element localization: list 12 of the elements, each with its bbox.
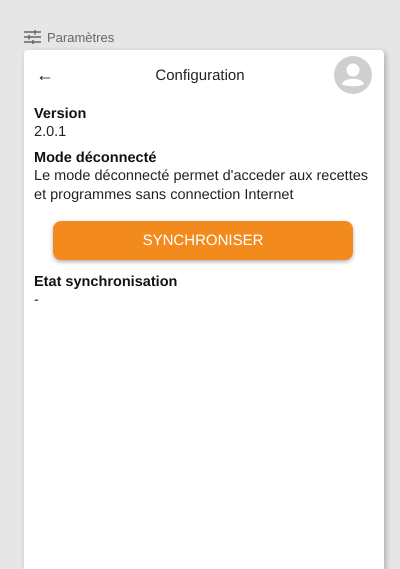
section-text: - [34, 291, 40, 310]
section-text: Le mode déconnecté permet d'acceder aux recettes et programmes sans connection Internet [34, 167, 370, 205]
settings-sliders-icon [24, 30, 41, 44]
user-avatar-icon[interactable] [334, 56, 372, 94]
back-button[interactable]: ← [34, 64, 56, 86]
breadcrumb-label[interactable]: Paramètres [47, 30, 114, 44]
section-label: Etat synchronisation [34, 274, 178, 291]
section-text: 2.0.1 [34, 123, 68, 142]
section-label: Mode déconnecté [34, 150, 158, 167]
section-label: Version [34, 106, 88, 123]
synchronize-button[interactable]: SYNCHRONISER [53, 221, 353, 260]
page-title: Configuration [155, 66, 245, 84]
